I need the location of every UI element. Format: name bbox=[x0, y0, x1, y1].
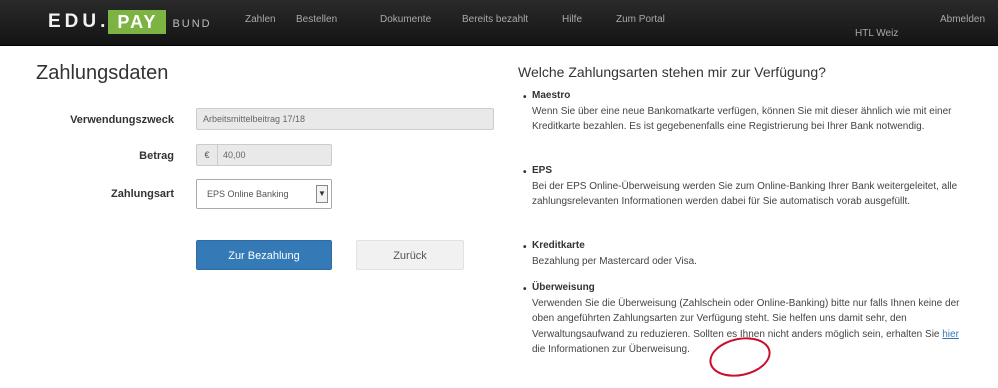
amount-label: Betrag bbox=[139, 150, 174, 162]
logo-pay-text: PAY bbox=[108, 10, 167, 34]
school-name: HTL Weiz bbox=[855, 28, 899, 39]
logo-dot: . bbox=[100, 11, 106, 32]
payment-method-value: EPS Online Banking bbox=[207, 189, 289, 199]
nav-link-zum-portal[interactable]: Zum Portal bbox=[616, 14, 665, 25]
payment-method-select[interactable]: EPS Online Banking ▼ bbox=[196, 179, 332, 209]
nav-link-bestellen[interactable]: Bestellen bbox=[296, 14, 337, 25]
option-kreditkarte: Kreditkarte Bezahlung per Mastercard ode… bbox=[532, 238, 972, 269]
option-ueberweisung-name: Überweisung bbox=[532, 282, 595, 293]
option-eps: EPS Bei der EPS Online-Überweisung werde… bbox=[532, 163, 972, 210]
option-maestro: Maestro Wenn Sie über eine neue Bankomat… bbox=[532, 88, 972, 135]
ueberweisung-info-link[interactable]: hier bbox=[942, 329, 959, 340]
edupay-logo[interactable]: EDU . PAY BUND bbox=[48, 10, 212, 34]
option-maestro-text: Wenn Sie über eine neue Bankomatkarte ve… bbox=[532, 105, 952, 133]
payment-info-title: Welche Zahlungsarten stehen mir zur Verf… bbox=[518, 64, 826, 80]
logout-link[interactable]: Abmelden bbox=[940, 14, 985, 25]
ueberweisung-text-before: Verwenden Sie die Überweisung (Zahlschei… bbox=[532, 297, 960, 340]
nav-link-zahlen[interactable]: Zahlen bbox=[245, 14, 276, 25]
back-button[interactable]: Zurück bbox=[356, 240, 464, 270]
ueberweisung-text-after: die Informationen zur Überweisung. bbox=[532, 344, 690, 355]
amount-field: € 40,00 bbox=[196, 144, 332, 166]
option-eps-text: Bei der EPS Online-Überweisung werden Si… bbox=[532, 180, 958, 208]
nav-link-hilfe[interactable]: Hilfe bbox=[562, 14, 582, 25]
pay-button[interactable]: Zur Bezahlung bbox=[196, 240, 332, 270]
amount-value: 40,00 bbox=[223, 150, 246, 160]
purpose-field: Arbeitsmittelbeitrag 17/18 bbox=[196, 108, 494, 130]
top-navbar: EDU . PAY BUND Zahlen Bestellen Dokument… bbox=[0, 0, 998, 46]
option-kreditkarte-text: Bezahlung per Mastercard oder Visa. bbox=[532, 255, 697, 267]
purpose-label: Verwendungszweck bbox=[70, 114, 174, 126]
method-label: Zahlungsart bbox=[111, 188, 174, 200]
chevron-down-icon[interactable]: ▼ bbox=[316, 185, 328, 203]
option-kreditkarte-name: Kreditkarte bbox=[532, 240, 585, 251]
nav-link-dokumente[interactable]: Dokumente bbox=[380, 14, 431, 25]
logo-bund-text: BUND bbox=[172, 18, 212, 30]
page-title: Zahlungsdaten bbox=[36, 62, 169, 84]
option-maestro-name: Maestro bbox=[532, 90, 570, 101]
euro-prefix: € bbox=[197, 145, 218, 165]
nav-link-bereits-bezahlt[interactable]: Bereits bezahlt bbox=[462, 14, 528, 25]
logo-edu-text: EDU bbox=[48, 11, 101, 32]
option-eps-name: EPS bbox=[532, 165, 552, 176]
